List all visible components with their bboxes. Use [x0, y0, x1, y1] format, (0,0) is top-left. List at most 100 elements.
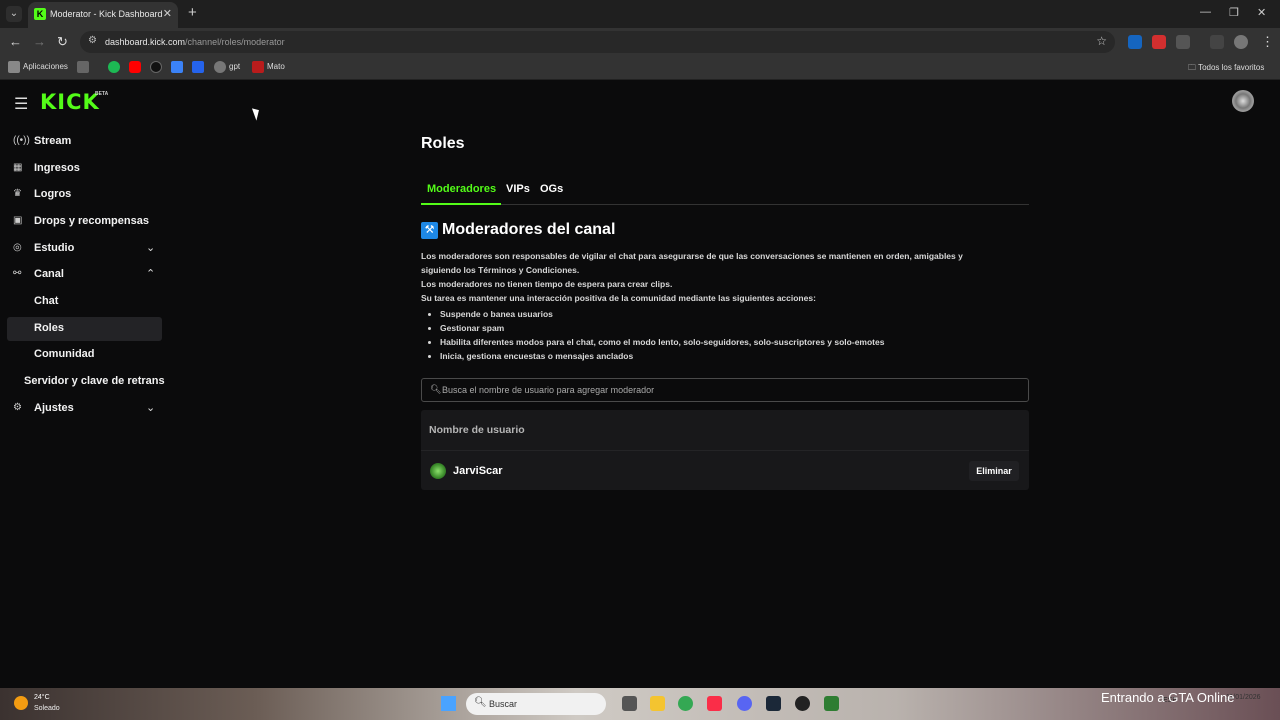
bookmark-star-icon[interactable]: ☆: [1096, 34, 1107, 48]
tab-ogs[interactable]: OGs: [540, 183, 563, 195]
list-item: Inicia, gestiona encuestas o mensajes an…: [440, 349, 884, 363]
sidebar-item-drops[interactable]: ▣ Drops y recompensas: [7, 210, 162, 234]
chrome-icon[interactable]: [678, 696, 693, 711]
column-header-username: Nombre de usuario: [429, 424, 525, 436]
all-bookmarks-folder[interactable]: 🗀 Todos los favoritos: [1188, 62, 1264, 76]
discord-icon[interactable]: [737, 696, 752, 711]
weather-temperature: 24°C: [34, 694, 50, 701]
app-icon[interactable]: [795, 696, 810, 711]
restore-icon[interactable]: ❐: [1229, 6, 1239, 19]
tab-moderadores[interactable]: Moderadores: [427, 183, 496, 195]
game-overlay-text: Entrando a GTA Online: [1101, 690, 1235, 705]
sidebar-item-estudio[interactable]: ◎ Estudio ⌄: [7, 237, 162, 261]
hammer-icon: ⚒: [421, 222, 438, 239]
taskbar-search[interactable]: 🔍︎ Buscar: [466, 693, 606, 715]
browser-tab[interactable]: K Moderator - Kick Dashboard ✕: [28, 2, 178, 28]
bank-icon: ▦: [13, 162, 23, 173]
extensions-puzzle-icon[interactable]: [1176, 35, 1190, 49]
weather-icon[interactable]: [14, 696, 28, 710]
close-window-icon[interactable]: ✕: [1257, 6, 1266, 19]
moderator-search-field[interactable]: 🔍︎: [421, 378, 1029, 402]
extension-icon[interactable]: [1128, 35, 1142, 49]
taskbar-search-label: Buscar: [489, 699, 518, 709]
browser-toolbar: ← → ↻ ⚙ dashboard.kick.com/channel/roles…: [0, 28, 1280, 56]
bookmark-icon[interactable]: [192, 61, 204, 73]
avatar[interactable]: [430, 463, 446, 479]
sidebar-item-ingresos[interactable]: ▦ Ingresos: [7, 157, 162, 181]
sidebar-item-canal[interactable]: ⚯ Canal ⌃: [7, 263, 162, 287]
sidebar-item-servidor[interactable]: Servidor y clave de retrans: [7, 370, 165, 394]
gift-icon: ▣: [13, 215, 23, 226]
task-view-icon[interactable]: [622, 696, 637, 711]
gear-icon: ⚙: [13, 402, 22, 413]
kick-logo[interactable]: KICK: [40, 90, 100, 114]
table-row: JarviScar Eliminar: [421, 450, 1029, 490]
bookmark-gpt[interactable]: gpt: [229, 62, 240, 71]
new-tab-button[interactable]: +: [188, 4, 197, 21]
hamburger-menu-icon[interactable]: ☰: [14, 94, 28, 114]
sidebar-item-ajustes[interactable]: ⚙ Ajustes ⌄: [7, 397, 162, 421]
apps-grid-icon[interactable]: [8, 61, 20, 73]
openai-icon[interactable]: [214, 61, 226, 73]
section-title: Moderadores del canal: [442, 221, 616, 238]
back-icon[interactable]: ←: [9, 34, 22, 49]
list-item: Suspende o banea usuarios: [440, 307, 884, 321]
sidebar-item-label: Estudio: [34, 242, 75, 254]
search-input[interactable]: [442, 382, 1012, 398]
moderators-description: Los moderadores son responsables de vigi…: [421, 249, 1029, 305]
search-icon: 🔍︎: [430, 384, 442, 394]
sidebar-item-chat[interactable]: Chat: [7, 290, 162, 314]
sidebar-item-stream[interactable]: ((•)) Stream: [7, 130, 162, 154]
weather-description: Soleado: [34, 705, 60, 712]
tab-vips[interactable]: VIPs: [506, 183, 530, 195]
youtube-icon[interactable]: [129, 61, 141, 73]
description-line: siguiendo los Términos y Condiciones.: [421, 265, 580, 275]
sidebar-item-logros[interactable]: ♛ Logros: [7, 183, 162, 207]
sidebar-item-label: Comunidad: [34, 348, 95, 360]
bookmark-icon[interactable]: [171, 61, 183, 73]
tab-title: Moderator - Kick Dashboard: [50, 9, 163, 19]
user-avatar[interactable]: [1232, 90, 1254, 112]
grid-icon[interactable]: [77, 61, 89, 73]
spotify-icon[interactable]: [108, 61, 120, 73]
bookmark-apps[interactable]: Aplicaciones: [23, 62, 68, 71]
windows-start-icon[interactable]: [441, 696, 456, 711]
sidebar-item-label: Drops y recompensas: [34, 215, 149, 227]
windows-taskbar: 24°C Soleado 🔍︎ Buscar ESP 11/01/2026: [0, 688, 1280, 720]
menu-dots-icon[interactable]: ⋮: [1261, 34, 1274, 50]
sidebar-item-roles[interactable]: Roles: [7, 317, 162, 341]
profile-icon[interactable]: [1234, 35, 1248, 49]
sidebar-item-label: Servidor y clave de retrans: [24, 375, 165, 387]
site-info-icon[interactable]: ⚙: [88, 35, 97, 46]
active-tab-indicator: [421, 203, 501, 205]
tiktok-icon[interactable]: [150, 61, 162, 73]
file-explorer-icon[interactable]: [650, 696, 665, 711]
sidebar-item-comunidad[interactable]: Comunidad: [7, 343, 162, 367]
bookmark-icon[interactable]: [252, 61, 264, 73]
moderator-name[interactable]: JarviScar: [453, 465, 503, 477]
beta-badge: BETA: [95, 91, 109, 97]
remove-moderator-button[interactable]: Eliminar: [969, 461, 1019, 481]
search-icon: 🔍︎: [474, 697, 487, 708]
sidebar-item-label: Logros: [34, 188, 72, 200]
description-line: Los moderadores son responsables de vigi…: [421, 251, 963, 261]
kick-favicon-icon: K: [34, 8, 46, 20]
browser-tab-bar: ⌄ K Moderator - Kick Dashboard ✕ + — ❐ ✕: [0, 0, 1280, 28]
chevron-down-icon: ⌄: [146, 402, 156, 414]
bookmark-mato[interactable]: Mato: [267, 62, 285, 71]
minimize-icon[interactable]: —: [1200, 6, 1211, 18]
address-bar[interactable]: ⚙ dashboard.kick.com/channel/roles/moder…: [80, 31, 1115, 53]
gta-icon[interactable]: [824, 696, 839, 711]
sidebar-item-label: Stream: [34, 135, 72, 147]
close-tab-icon[interactable]: ✕: [163, 7, 172, 20]
extension-icon[interactable]: [1152, 35, 1166, 49]
tab-search-button[interactable]: ⌄: [6, 6, 22, 22]
description-line: Los moderadores no tienen tiempo de espe…: [421, 279, 673, 289]
apple-music-icon[interactable]: [707, 696, 722, 711]
reload-icon[interactable]: ↻: [57, 34, 68, 50]
url-text: dashboard.kick.com/channel/roles/moderat…: [105, 37, 285, 47]
steam-icon[interactable]: [766, 696, 781, 711]
studio-icon: ◎: [13, 242, 22, 253]
forward-icon[interactable]: →: [33, 34, 46, 49]
reading-list-icon[interactable]: [1210, 35, 1224, 49]
